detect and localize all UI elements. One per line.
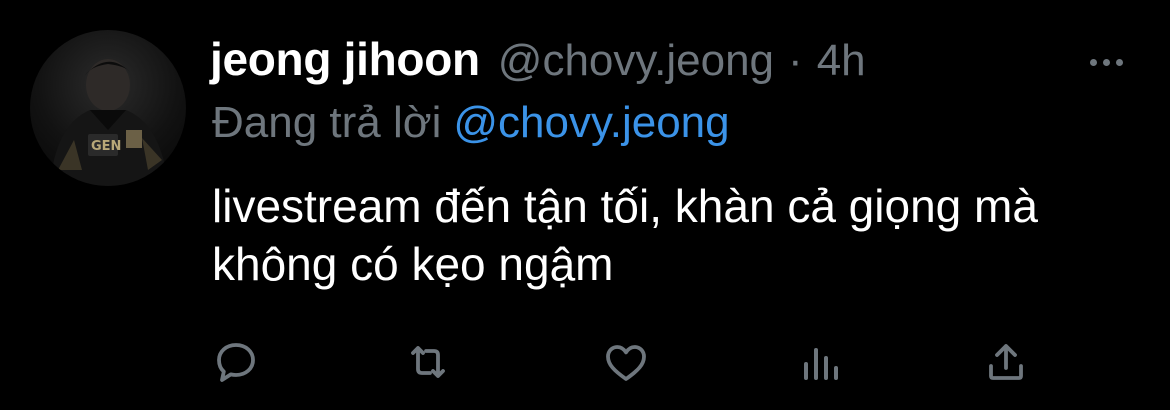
tweet-card[interactable]: GEN jeong jihoon @chovy.jeong · 4h Đang … — [0, 0, 1170, 410]
share-button[interactable] — [980, 336, 1032, 388]
reply-button[interactable] — [210, 336, 262, 388]
svg-text:GEN: GEN — [91, 139, 121, 154]
avatar[interactable]: GEN — [30, 30, 186, 186]
replying-to-label: Đang trả lời — [212, 98, 442, 147]
avatar-photo: GEN — [50, 59, 168, 186]
reply-icon — [217, 343, 255, 382]
display-name[interactable]: jeong jihoon — [210, 32, 480, 86]
tweet-text: livestream đến tận tối, khàn cả giọng mà… — [212, 180, 1038, 290]
heart-icon — [606, 345, 646, 381]
share-icon — [989, 344, 1023, 380]
retweet-button[interactable] — [402, 336, 454, 388]
analytics-button[interactable] — [794, 336, 846, 388]
retweet-icon — [411, 346, 445, 378]
action-bar — [210, 336, 1030, 388]
analytics-icon — [804, 348, 838, 380]
tweet-header: jeong jihoon @chovy.jeong · 4h — [210, 32, 866, 92]
timestamp[interactable]: 4h — [817, 36, 866, 86]
like-button[interactable] — [600, 336, 652, 388]
more-options-icon[interactable] — [1086, 52, 1126, 72]
reply-mention-link[interactable]: @chovy.jeong — [453, 98, 729, 147]
user-handle[interactable]: @chovy.jeong — [498, 36, 774, 86]
separator-dot: · — [788, 36, 803, 85]
replying-to: Đang trả lời @chovy.jeong — [212, 98, 730, 148]
